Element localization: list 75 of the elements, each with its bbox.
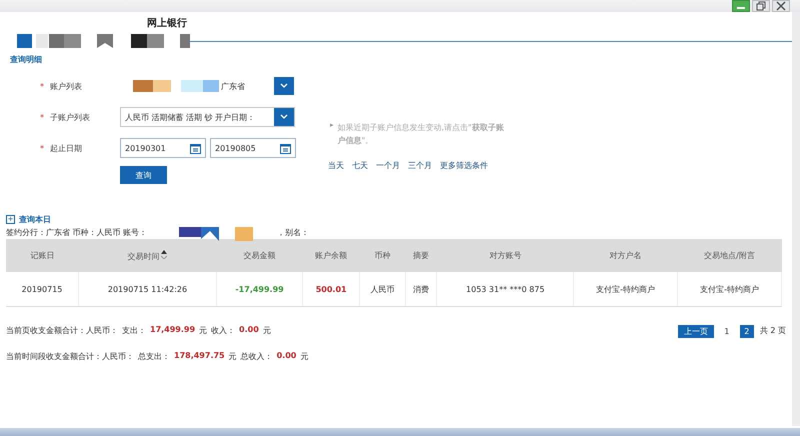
field-label: 子账户列表 bbox=[50, 112, 91, 122]
section-title: 查询明细 bbox=[9, 54, 43, 65]
required-mark: * bbox=[40, 144, 45, 152]
required-mark: * bbox=[40, 112, 45, 122]
page-button[interactable]: 1 bbox=[720, 325, 734, 338]
caret-icon bbox=[280, 83, 288, 89]
column-header: 交易地点/附言 bbox=[678, 239, 782, 272]
column-header: 币种 bbox=[360, 239, 405, 272]
date-range-link[interactable]: 七天 bbox=[352, 160, 368, 171]
currency-unit: 元 bbox=[300, 351, 308, 363]
restore-button[interactable] bbox=[752, 0, 770, 12]
column-header[interactable]: 交易时间 bbox=[78, 239, 216, 272]
select-value: 广东省 bbox=[221, 80, 246, 92]
table-cell: 20190715 bbox=[6, 272, 79, 306]
column-header: 对方账号 bbox=[436, 239, 574, 272]
column-header: 交易金额 bbox=[216, 239, 303, 272]
income-label: 收入： bbox=[211, 325, 236, 337]
field-label: 账户列表 bbox=[50, 80, 83, 92]
query-button[interactable]: 查询 bbox=[120, 166, 167, 184]
table-cell: -17,499.99 bbox=[216, 272, 303, 306]
totals-label: 当前页收支金额合计：人民币： bbox=[6, 325, 118, 337]
column-header: 对方户名 bbox=[574, 239, 678, 272]
income-label: 总收入： bbox=[240, 351, 273, 363]
alias-label: ，别名： bbox=[277, 227, 310, 238]
caret-icon bbox=[280, 114, 288, 120]
dropdown-button[interactable] bbox=[274, 108, 294, 126]
date-field[interactable]: 20190805 bbox=[210, 138, 296, 158]
expense-amount: 17,499.99 bbox=[150, 325, 196, 336]
previous-page-button[interactable]: 上一页 bbox=[678, 325, 714, 338]
hint-text: 如果近期子账户信息发生变动,请点击"获取子账户信息"。 bbox=[338, 122, 505, 147]
account-select[interactable]: 广东省 bbox=[120, 76, 295, 96]
scrollbar[interactable] bbox=[792, 12, 800, 426]
income-amount: 0.00 bbox=[276, 351, 296, 362]
table-cell: 支付宝-特约商户 bbox=[574, 272, 678, 306]
column-header: 摘要 bbox=[405, 239, 437, 272]
page-count: 共 2 页 bbox=[760, 325, 786, 336]
close-icon bbox=[776, 1, 786, 11]
close-button[interactable] bbox=[772, 0, 790, 12]
date-range-link[interactable]: 更多筛选条件 bbox=[440, 160, 488, 171]
calendar-icon bbox=[280, 142, 291, 154]
expense-label: 支出： bbox=[122, 325, 146, 337]
select-value: 人民币 活期储蓄 活期 钞 开户日期： bbox=[125, 112, 256, 122]
account-info: 签约分行：广东省 币种：人民币 账号： bbox=[6, 227, 148, 238]
bank-title: 网上银行 bbox=[147, 16, 187, 30]
totals-label: 当前时间段收支金额合计：人民币： bbox=[6, 351, 134, 363]
page-button[interactable]: 2 bbox=[740, 325, 754, 338]
required-mark: * bbox=[40, 82, 45, 90]
table-cell: 支付宝-特约商户 bbox=[678, 272, 782, 306]
subaccount-select[interactable]: 人民币 活期储蓄 活期 钞 开户日期： bbox=[120, 107, 295, 127]
table-cell: 20190715 11:42:26 bbox=[78, 272, 216, 306]
currency-unit: 元 bbox=[228, 351, 237, 363]
table-cell: 消费 bbox=[405, 272, 437, 306]
table-cell: 500.01 bbox=[302, 272, 360, 306]
income-amount: 0.00 bbox=[239, 325, 259, 336]
date-value: 20190805 bbox=[215, 144, 256, 152]
currency-unit: 元 bbox=[199, 325, 208, 337]
date-range-link[interactable]: 三个月 bbox=[408, 160, 432, 171]
dropdown-button[interactable] bbox=[274, 77, 294, 95]
date-range-link[interactable]: 一个月 bbox=[376, 160, 400, 171]
restore-icon bbox=[756, 1, 766, 11]
minimize-button[interactable] bbox=[732, 0, 750, 12]
date-value: 20190301 bbox=[125, 144, 166, 152]
date-field[interactable]: 20190301 bbox=[120, 138, 206, 158]
date-range-link[interactable]: 当天 bbox=[328, 160, 344, 171]
column-header: 账户余额 bbox=[302, 239, 360, 272]
calendar-icon bbox=[190, 142, 201, 154]
table-cell: 1053 31** ***0 875 bbox=[436, 272, 574, 306]
query-today-link[interactable]: 查询本日 bbox=[19, 214, 51, 225]
table-cell: 人民币 bbox=[360, 272, 405, 306]
currency-unit: 元 bbox=[262, 325, 271, 337]
column-header: 记账日 bbox=[6, 239, 79, 272]
expense-label: 总支出： bbox=[138, 351, 170, 363]
field-label: 起止日期 bbox=[50, 142, 83, 154]
expense-amount: 178,497.75 bbox=[174, 351, 225, 362]
sort-icon[interactable] bbox=[161, 250, 168, 258]
